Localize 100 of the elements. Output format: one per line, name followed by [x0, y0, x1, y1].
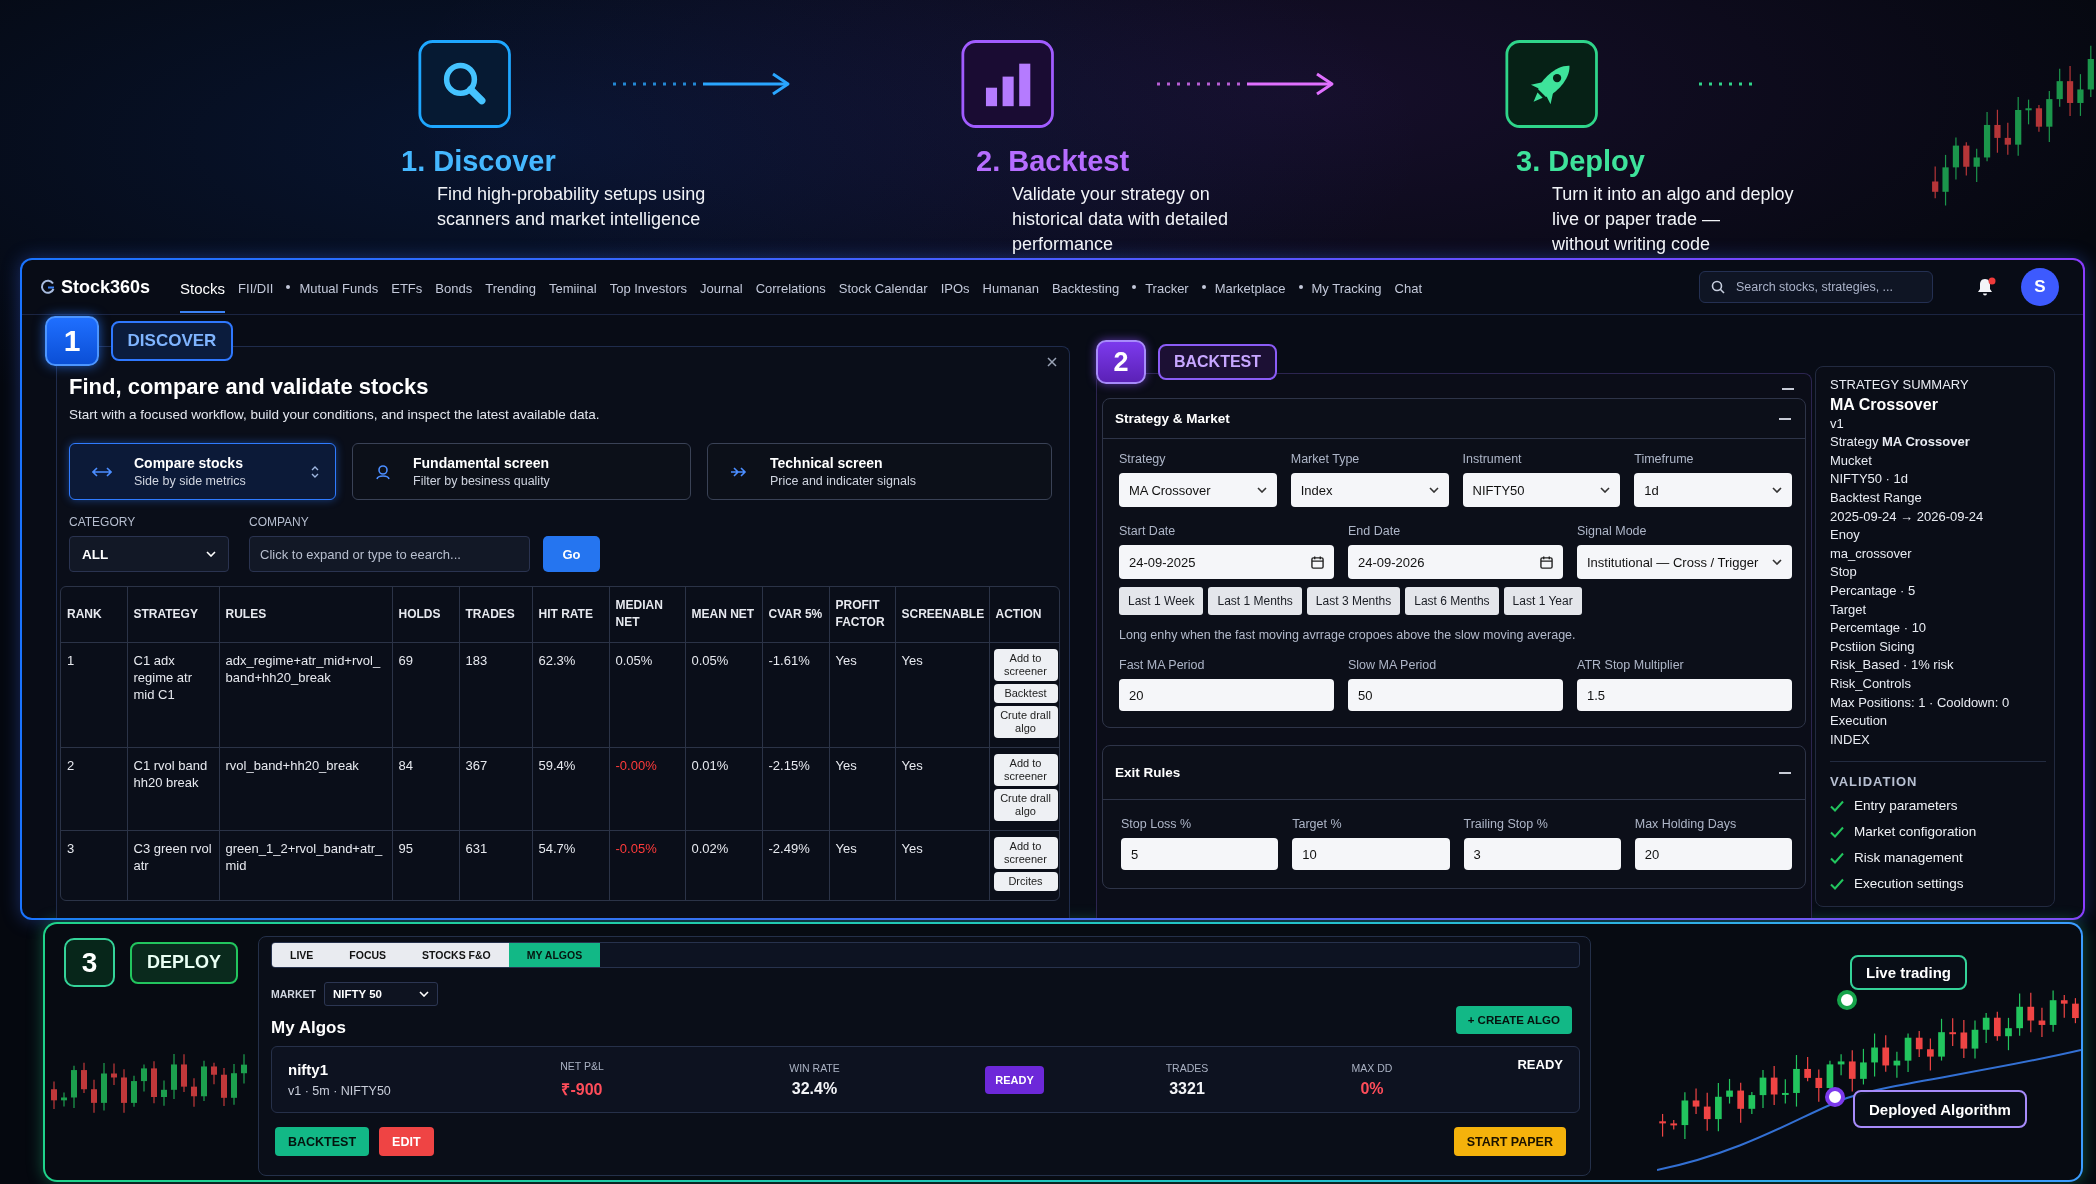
updown-chevron-icon — [311, 465, 319, 478]
nav-link[interactable]: Mutual Funds — [299, 262, 379, 312]
nav-link[interactable]: IPOs — [940, 262, 970, 312]
action-button[interactable]: BACKTEST — [275, 1127, 370, 1156]
nav-link[interactable]: Journal — [700, 262, 743, 312]
collapse-icon[interactable] — [1779, 417, 1791, 420]
action-button[interactable]: Add to screener — [993, 648, 1058, 681]
calendar-icon[interactable] — [1540, 555, 1553, 569]
nav-link[interactable]: Tracker — [1145, 262, 1189, 312]
tab[interactable]: STOCKS F&O — [404, 943, 509, 967]
tab[interactable]: MY ALGOS — [508, 943, 601, 967]
step-label: DEPLOY — [130, 941, 238, 984]
input-field[interactable]: 10 — [1292, 838, 1450, 870]
nav-link[interactable]: ETFs — [391, 262, 423, 312]
search-field[interactable]: Search stocks, strategies, ... — [1699, 271, 1933, 303]
field-label: Market Type — [1290, 451, 1361, 467]
input-field[interactable]: 5 — [1121, 838, 1279, 870]
action-button[interactable]: EDIT — [379, 1127, 434, 1156]
tab[interactable]: FOCUS — [331, 943, 405, 967]
nav-link[interactable]: Top Investors — [609, 262, 687, 312]
candlestick — [181, 1053, 187, 1093]
summary-text: Stop — [1830, 563, 1858, 582]
input-field[interactable]: 3 — [1463, 838, 1621, 870]
nav-link[interactable]: Marketplace — [1214, 262, 1286, 312]
go-button[interactable]: Go — [543, 536, 600, 572]
user-avatar[interactable]: S — [2021, 268, 2059, 306]
range-preset-button[interactable]: Last 1 Week — [1119, 587, 1204, 615]
candlestick — [2049, 989, 2057, 1033]
select-field[interactable]: Institutional — Cross / Trigger — [1577, 545, 1792, 579]
table-cell: 367 — [459, 747, 532, 830]
step-title: 2. Backtest — [976, 144, 1131, 178]
action-button[interactable]: Crute drall algo — [993, 788, 1058, 821]
close-icon[interactable] — [1047, 357, 1057, 367]
candlestick — [231, 1063, 237, 1106]
category-select[interactable]: ALL — [69, 536, 229, 572]
range-preset-button[interactable]: Last 3 Menths — [1306, 587, 1401, 615]
candlestick — [2060, 994, 2068, 1019]
action-button[interactable]: Add to screener — [993, 753, 1058, 786]
input-field[interactable]: 20 — [1634, 838, 1792, 870]
candlestick — [1983, 111, 1991, 162]
field-label: Signal Mode — [1577, 523, 1648, 539]
logo-text[interactable]: Stock360s — [61, 276, 151, 298]
nav-link[interactable]: Humanan — [982, 262, 1039, 312]
mode-card[interactable]: Fundamental screen Filter by besiness quality — [352, 443, 691, 500]
action-button[interactable]: Add to screener — [993, 836, 1058, 869]
date-field[interactable]: 24-09-2025 — [1119, 545, 1334, 579]
action-button[interactable]: START PAPER — [1453, 1127, 1566, 1156]
date-field[interactable]: 24-09-2026 — [1348, 545, 1563, 579]
bell-icon[interactable] — [1975, 276, 1997, 298]
validation-heading: VALIDATION — [1830, 774, 1919, 790]
chevron-down-icon — [206, 551, 216, 557]
select-field[interactable]: Index — [1290, 473, 1449, 507]
candlestick — [121, 1068, 127, 1114]
input-field[interactable]: 20 — [1119, 679, 1334, 711]
field-label: Instrument — [1462, 451, 1523, 467]
tab[interactable]: LIVE — [272, 943, 332, 967]
action-button[interactable]: Crute drall algo — [993, 705, 1058, 738]
range-preset-button[interactable]: Last 6 Menths — [1405, 587, 1499, 615]
nav-link[interactable]: My Tracking — [1311, 262, 1382, 312]
nav-link[interactable]: Temiinal — [549, 262, 597, 312]
summary-text: Enoy — [1830, 526, 1861, 545]
candlestick — [1748, 1091, 1756, 1115]
nav-link[interactable]: Bonds — [435, 262, 473, 312]
column-header: HOLDS — [392, 587, 459, 642]
select-field[interactable]: NIFTY50 — [1462, 473, 1621, 507]
nav-link[interactable]: Stock Calendar — [838, 262, 928, 312]
nav-link[interactable]: Backtesting — [1051, 262, 1120, 312]
select-field[interactable]: 1d — [1634, 473, 1792, 507]
column-header: HIT RATE — [532, 587, 609, 642]
table-cell: adx_regime+atr_mid+rvol_band+hh20_break — [219, 642, 392, 747]
candlestick — [91, 1079, 97, 1114]
input-field[interactable]: 1.5 — [1577, 679, 1792, 711]
candlestick — [101, 1062, 107, 1112]
company-search-field[interactable]: Click to expand or type to eearch... — [249, 536, 530, 572]
validation-item: Entry parameters — [1854, 797, 1958, 816]
create-algo-button[interactable]: + CREATE ALGO — [1455, 1006, 1572, 1034]
candlestick — [1932, 165, 1939, 199]
step-number: 3 — [64, 938, 115, 987]
action-button[interactable]: Backtest — [993, 683, 1058, 703]
logo-icon[interactable] — [40, 279, 56, 295]
nav-link[interactable]: Stocks — [180, 261, 226, 313]
range-preset-button[interactable]: Last 1 Year — [1503, 587, 1582, 615]
mode-card[interactable]: Technical screen Price and indicater signals — [707, 443, 1052, 500]
mode-card[interactable]: Compare stocks Side by side metrics — [69, 443, 336, 500]
input-field[interactable]: 50 — [1348, 679, 1563, 711]
candlestick — [221, 1067, 227, 1107]
nav-link[interactable]: Correlations — [755, 262, 826, 312]
nav-link[interactable]: Chat — [1394, 262, 1423, 312]
nav-link[interactable]: Trending — [485, 262, 536, 312]
collapse-icon[interactable] — [1779, 771, 1791, 774]
select-field[interactable]: MA Crossover — [1119, 473, 1277, 507]
summary-text: Percantage · 5 — [1830, 581, 1917, 600]
validation-item: Risk management — [1854, 849, 1963, 868]
calendar-icon[interactable] — [1311, 555, 1324, 569]
candlestick — [1737, 1082, 1745, 1124]
action-button[interactable]: Drcites — [993, 871, 1058, 891]
market-select[interactable]: NIFTY 50 — [323, 982, 438, 1006]
range-preset-button[interactable]: Last 1 Menths — [1208, 587, 1302, 615]
search-icon — [1711, 280, 1725, 294]
nav-link[interactable]: FII/DII — [238, 262, 274, 312]
